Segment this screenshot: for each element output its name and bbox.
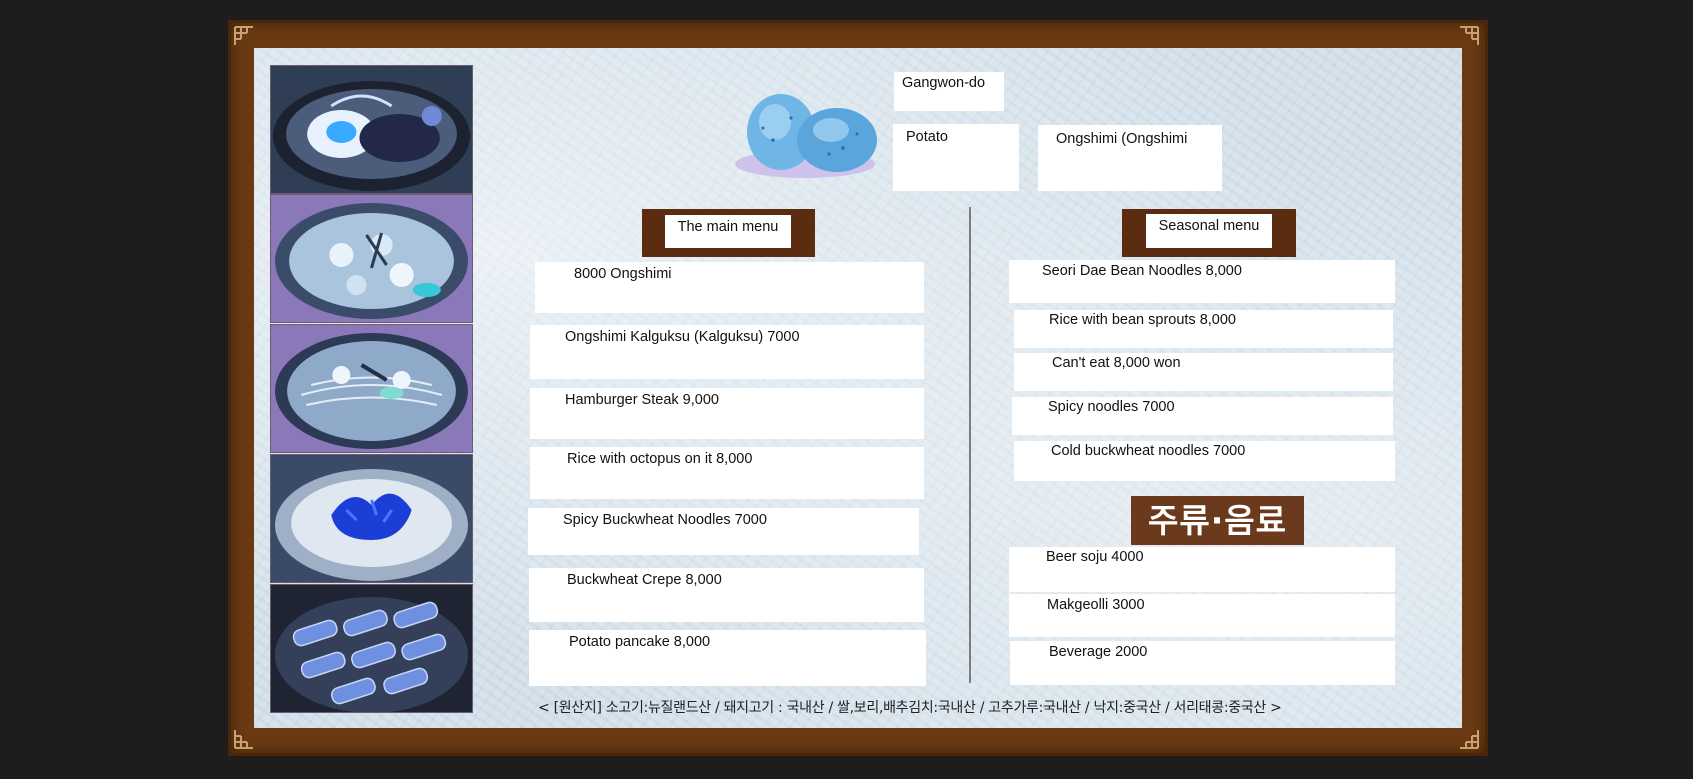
drinks-item: Makgeolli 3000 — [1009, 594, 1395, 637]
column-divider — [969, 207, 971, 683]
seasonal-menu-item: Cold buckwheat noodles 7000 — [1014, 441, 1395, 481]
main-menu-item-label: Potato pancake 8,000 — [569, 634, 711, 650]
main-menu-title: The main menu — [665, 215, 791, 248]
region-label-box: Gangwon-do — [894, 72, 1004, 111]
kalguksu-photo — [270, 324, 473, 453]
drinks-item: Beverage 2000 — [1010, 641, 1395, 685]
corner-ornament-icon — [233, 728, 255, 750]
main-menu-item: Spicy Buckwheat Noodles 7000 — [528, 508, 919, 555]
origin-note: < [원산지] 소고기:뉴질랜드산 / 돼지고기 : 국내산 / 쌀,보리,배추… — [538, 700, 1282, 716]
main-menu-item-label: Ongshimi Kalguksu (Kalguksu) 7000 — [565, 329, 800, 345]
main-menu-item: 8000 Ongshimi — [535, 262, 924, 313]
potato-illustration-icon — [733, 88, 881, 183]
main-menu-item: Rice with octopus on it 8,000 — [530, 447, 924, 499]
corner-ornament-icon — [1458, 728, 1480, 750]
seasonal-menu-item-label: Can't eat 8,000 won — [1052, 355, 1181, 371]
seasonal-menu-item-label: Spicy noodles 7000 — [1048, 399, 1175, 415]
fried-egg-steak-photo — [270, 65, 473, 194]
region-label: Gangwon-do — [902, 75, 986, 91]
drinks-title-tag: 주류·음료 — [1131, 496, 1304, 545]
seasonal-menu-item: Can't eat 8,000 won — [1014, 353, 1393, 391]
main-menu-item-label: Rice with octopus on it 8,000 — [567, 451, 753, 467]
ongshimi-soup-photo — [270, 194, 473, 323]
seasonal-menu-item-label: Seori Dae Bean Noodles 8,000 — [1042, 263, 1242, 279]
seasonal-menu-item: Rice with bean sprouts 8,000 — [1014, 310, 1393, 348]
buckwheat-crepe-photo — [270, 584, 473, 713]
ongshimi-label: Ongshimi (Ongshimi — [1056, 131, 1188, 147]
main-menu-item: Potato pancake 8,000 — [529, 630, 926, 686]
seasonal-menu-item: Seori Dae Bean Noodles 8,000 — [1009, 260, 1395, 303]
main-menu-item: Hamburger Steak 9,000 — [530, 388, 924, 439]
main-menu-item: Buckwheat Crepe 8,000 — [529, 568, 924, 622]
potato-label: Potato — [906, 129, 948, 145]
potato-label-box: Potato — [893, 124, 1019, 191]
main-menu-item-label: Hamburger Steak 9,000 — [565, 392, 719, 408]
seasonal-menu-title: Seasonal menu — [1146, 214, 1272, 248]
main-menu-item-label: 8000 Ongshimi — [574, 266, 672, 282]
seasonal-menu-item: Spicy noodles 7000 — [1012, 397, 1393, 435]
main-menu-tag: The main menu — [642, 209, 815, 257]
main-menu-item-label: Spicy Buckwheat Noodles 7000 — [563, 512, 767, 528]
main-menu-item-label: Buckwheat Crepe 8,000 — [567, 572, 722, 588]
drinks-item: Beer soju 4000 — [1009, 547, 1395, 592]
seasonal-menu-tag: Seasonal menu — [1122, 209, 1296, 257]
main-menu-item: Ongshimi Kalguksu (Kalguksu) 7000 — [530, 325, 924, 379]
seasonal-menu-item-label: Rice with bean sprouts 8,000 — [1049, 312, 1236, 328]
ongshimi-label-box: Ongshimi (Ongshimi — [1038, 125, 1222, 191]
drinks-item-label: Beverage 2000 — [1049, 644, 1148, 660]
octopus-rice-photo — [270, 454, 473, 583]
seasonal-menu-item-label: Cold buckwheat noodles 7000 — [1051, 443, 1246, 459]
corner-ornament-icon — [233, 25, 255, 47]
drinks-item-label: Makgeolli 3000 — [1047, 597, 1145, 613]
drinks-item-label: Beer soju 4000 — [1046, 549, 1144, 565]
corner-ornament-icon — [1458, 25, 1480, 47]
